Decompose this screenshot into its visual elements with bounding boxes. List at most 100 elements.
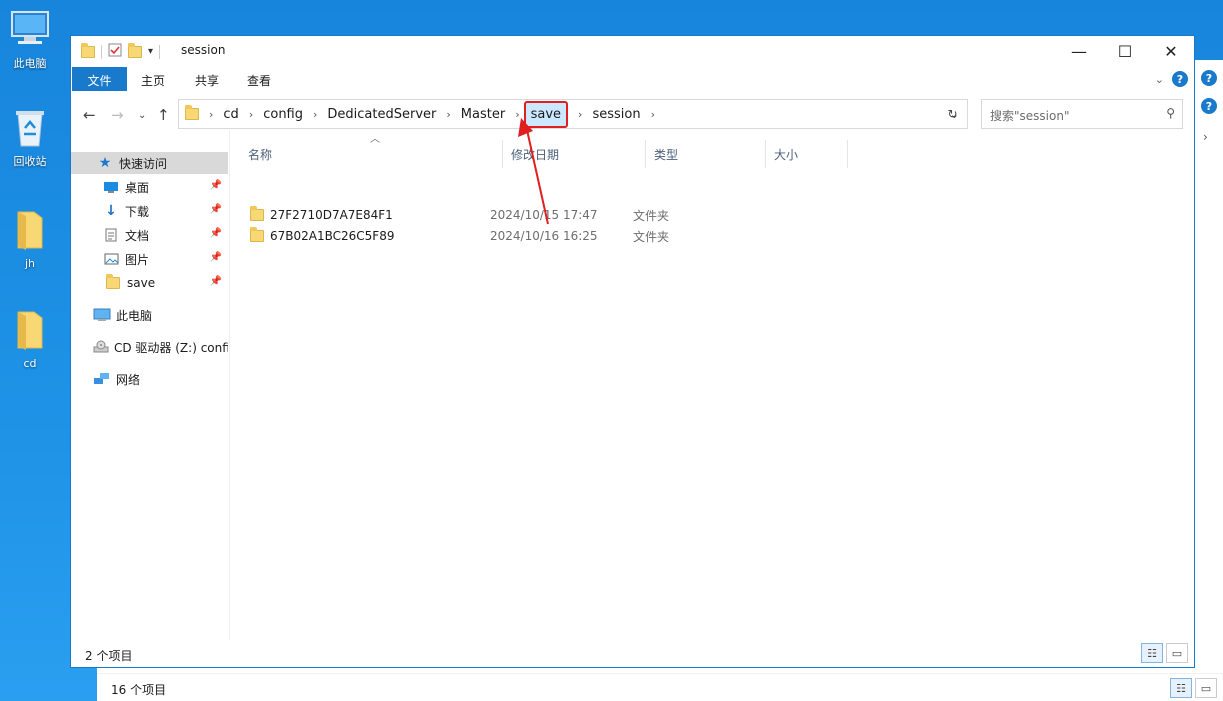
column-header-name[interactable]: 名称 — [240, 140, 503, 168]
breadcrumb-master[interactable]: Master — [461, 107, 505, 122]
pin-icon[interactable]: 📌 — [210, 276, 222, 287]
sidebar-item-downloads[interactable]: ↓ 下载 📌 — [71, 200, 228, 222]
separator — [159, 44, 161, 59]
sidebar-item-desktop[interactable]: 桌面 📌 — [71, 176, 228, 198]
chevron-right-icon[interactable]: › — [446, 108, 450, 121]
sidebar-item-network[interactable]: 网络 — [71, 368, 228, 390]
large-icons-view-icon[interactable]: ▭ — [1166, 643, 1188, 663]
explorer-window: ▾ session — ☐ ✕ 文件 主页 共享 查看 ⌄ ? ← → ⌄ ↑ — [70, 35, 1195, 668]
sidebar-item-cd-drive[interactable]: CD 驱动器 (Z:) confi — [71, 336, 228, 358]
column-header-type[interactable]: 类型 — [646, 140, 766, 168]
folder-icon — [185, 105, 199, 120]
item-count: 2 个项目 — [85, 649, 133, 663]
forward-button[interactable]: → — [111, 106, 124, 124]
address-bar[interactable]: › cd › config › DedicatedServer › Master… — [178, 99, 968, 129]
column-header-date[interactable]: 修改日期 — [503, 140, 646, 168]
new-folder-icon[interactable] — [128, 42, 142, 58]
folder-icon — [0, 308, 60, 355]
navigation-pane: ★ 快速访问 桌面 📌 ↓ 下载 📌 文档 📌 图片 📌 save 📌 此电脑 … — [71, 152, 229, 642]
sidebar-item-label: 此电脑 — [116, 308, 153, 323]
breadcrumb-dedicatedserver[interactable]: DedicatedServer — [327, 107, 436, 122]
folder-icon — [104, 274, 122, 291]
pin-icon[interactable]: 📌 — [210, 204, 222, 215]
search-input[interactable]: 搜索"session" ⚲ — [981, 99, 1183, 129]
details-view-icon[interactable]: ☷ — [1170, 678, 1192, 698]
cd-drive-icon — [93, 339, 109, 355]
recycle-bin-icon — [0, 106, 60, 151]
table-row[interactable]: 67B02A1BC26C5F89 2024/10/16 16:25 文件夹 — [250, 226, 850, 246]
file-date: 2024/10/15 17:47 — [490, 208, 598, 222]
chevron-right-icon[interactable]: › — [313, 108, 317, 121]
maximize-button[interactable]: ☐ — [1102, 36, 1148, 66]
up-button[interactable]: ↑ — [157, 106, 170, 124]
desktop-icon — [102, 179, 120, 195]
desktop-icon-jh[interactable]: jh — [0, 208, 60, 270]
chevron-right-icon[interactable]: › — [651, 108, 655, 121]
sidebar-item-documents[interactable]: 文档 📌 — [71, 224, 228, 246]
breadcrumb-config[interactable]: config — [263, 107, 303, 122]
sidebar-item-label: 桌面 — [125, 180, 150, 195]
navigation-bar: ← → ⌄ ↑ › cd › config › DedicatedServer … — [71, 98, 1194, 130]
breadcrumb-session[interactable]: session — [592, 107, 640, 122]
sidebar-item-quick-access[interactable]: ★ 快速访问 — [71, 152, 228, 174]
folder-icon — [250, 227, 264, 242]
chevron-right-icon[interactable]: › — [578, 108, 582, 121]
sidebar-item-pictures[interactable]: 图片 📌 — [71, 248, 228, 270]
breadcrumb-cd[interactable]: cd — [223, 107, 238, 122]
properties-icon[interactable] — [108, 43, 122, 60]
tab-home[interactable]: 主页 — [129, 67, 177, 91]
help-icon[interactable]: ? — [1201, 98, 1217, 114]
background-item-count: 16 个项目 — [111, 683, 167, 697]
sidebar-item-label: 网络 — [116, 372, 141, 387]
sidebar-item-label: 文档 — [125, 228, 150, 243]
refresh-button[interactable]: ↻ — [938, 99, 968, 129]
table-row[interactable]: 27F2710D7A7E84F1 2024/10/15 17:47 文件夹 — [250, 205, 850, 225]
column-header-size[interactable]: 大小 — [766, 140, 848, 168]
expand-ribbon-icon[interactable]: ⌄ — [1155, 73, 1164, 86]
details-view-icon[interactable]: ☷ — [1141, 643, 1163, 663]
pin-icon[interactable]: 📌 — [210, 228, 222, 239]
folder-icon — [81, 42, 95, 58]
quick-access-toolbar: ▾ — [81, 42, 161, 60]
chevron-right-icon[interactable]: › — [249, 108, 253, 121]
chevron-right-icon[interactable]: › — [515, 108, 519, 121]
sidebar-item-label: 下载 — [125, 204, 150, 219]
network-icon — [93, 371, 111, 387]
chevron-right-icon[interactable]: › — [209, 108, 213, 121]
tab-file[interactable]: 文件 — [72, 67, 127, 91]
large-icons-view-icon[interactable]: ▭ — [1195, 678, 1217, 698]
close-button[interactable]: ✕ — [1148, 36, 1194, 66]
back-button[interactable]: ← — [83, 106, 96, 124]
column-headers: ︿ 名称 修改日期 类型 大小 — [230, 132, 850, 172]
refresh-icon: ↻ — [947, 107, 958, 121]
minimize-button[interactable]: — — [1056, 36, 1102, 66]
sidebar-item-label: CD 驱动器 (Z:) confi — [114, 340, 228, 355]
desktop-icon-cd[interactable]: cd — [0, 308, 60, 370]
sidebar-item-this-pc[interactable]: 此电脑 — [71, 304, 228, 326]
title-bar: ▾ session — ☐ ✕ — [71, 36, 1194, 66]
background-status-bar: 16 个项目 ☷ ▭ — [97, 673, 1223, 701]
desktop-icon-label: cd — [23, 357, 37, 370]
folder-icon — [0, 208, 60, 255]
help-icon[interactable]: ? — [1201, 70, 1217, 86]
breadcrumb-save-highlighted[interactable]: save — [523, 100, 569, 128]
recent-locations-icon[interactable]: ⌄ — [138, 110, 146, 121]
desktop-icon-label: jh — [24, 257, 36, 270]
help-icon[interactable]: ? — [1172, 71, 1188, 87]
desktop: 此电脑 回收站 jh cd 16 个项目 ☷ ▭ ? ? › ▾ session… — [0, 0, 1223, 701]
background-window-edge: ? ? › — [1195, 60, 1223, 170]
desktop-icon-recycle-bin[interactable]: 回收站 — [0, 106, 60, 169]
desktop-icon-this-pc[interactable]: 此电脑 — [0, 8, 60, 71]
tab-share[interactable]: 共享 — [183, 67, 231, 91]
separator — [101, 44, 102, 59]
view-switcher: ☷ ▭ — [1141, 643, 1188, 663]
sidebar-item-save[interactable]: save 📌 — [71, 272, 228, 294]
pin-icon[interactable]: 📌 — [210, 180, 222, 191]
tab-view[interactable]: 查看 — [235, 67, 283, 91]
file-type: 文件夹 — [633, 208, 670, 223]
window-title: session — [181, 43, 226, 57]
pin-icon[interactable]: 📌 — [210, 252, 222, 263]
customize-toolbar-icon[interactable]: ▾ — [148, 46, 153, 57]
computer-icon — [0, 8, 60, 53]
chevron-right-icon[interactable]: › — [1203, 130, 1208, 144]
